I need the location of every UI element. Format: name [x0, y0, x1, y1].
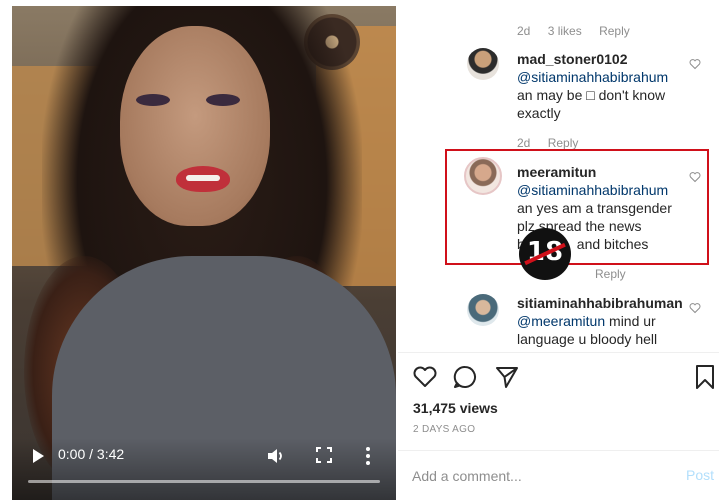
comment-icon[interactable] — [452, 364, 478, 390]
like-comment-icon[interactable] — [689, 302, 701, 314]
reply-button[interactable]: Reply — [595, 267, 626, 281]
share-icon[interactable] — [494, 364, 520, 390]
bookmark-icon[interactable] — [692, 364, 718, 390]
divider — [398, 352, 719, 353]
reply-button[interactable]: Reply — [548, 136, 579, 150]
age-restriction-badge: 18 — [519, 228, 571, 280]
comment-mention[interactable]: @sitiaminahhabibrahum — [517, 69, 668, 85]
view-count[interactable]: 31,475 views — [413, 400, 498, 416]
comment-mention[interactable]: @meeramitun — [517, 313, 605, 329]
comment-meta: 2d Reply — [517, 136, 592, 150]
comment-username[interactable]: mad_stoner0102 — [517, 51, 687, 67]
comment-meta: 2d 3 likes Reply — [517, 24, 644, 38]
comment-text: @meeramitun mind ur language u bloody he… — [517, 312, 687, 348]
heart-icon[interactable] — [412, 364, 438, 390]
video-frame-subject — [120, 26, 270, 226]
avatar[interactable] — [467, 294, 499, 326]
comment-meta: Reply — [595, 267, 640, 281]
comment-likes[interactable]: 3 likes — [548, 24, 582, 38]
reply-button[interactable]: Reply — [599, 24, 630, 38]
volume-icon[interactable] — [266, 446, 286, 466]
divider — [398, 450, 719, 451]
post-button[interactable]: Post — [686, 467, 714, 483]
post-timestamp: 2 DAYS AGO — [413, 424, 476, 435]
add-comment-input[interactable] — [412, 466, 662, 486]
video-controls: 0:00 / 3:42 — [12, 438, 396, 500]
play-icon[interactable] — [30, 448, 46, 464]
video-time: 0:00 / 3:42 — [58, 446, 125, 462]
video-player[interactable] — [12, 6, 396, 500]
comment-age: 2d — [517, 24, 531, 38]
comment: sitiaminahhabibrahuman @meeramitun mind … — [517, 295, 687, 348]
avatar[interactable] — [467, 48, 499, 80]
fullscreen-icon[interactable] — [316, 447, 332, 463]
like-comment-icon[interactable] — [689, 58, 701, 70]
comment-body: an may be □ don't know exactly — [517, 87, 666, 121]
comment: mad_stoner0102 @sitiaminahhabibrahum an … — [517, 51, 687, 122]
comment-age: 2d — [517, 136, 531, 150]
video-frame-subject — [176, 166, 230, 192]
more-icon[interactable] — [364, 446, 372, 466]
comment-text: @sitiaminahhabibrahum an may be □ don't … — [517, 68, 687, 122]
video-frame-subject — [136, 94, 170, 106]
comment-username[interactable]: sitiaminahhabibrahuman — [517, 295, 687, 311]
video-progress-bar[interactable] — [28, 480, 380, 483]
video-frame-subject — [206, 94, 240, 106]
highlight-box — [445, 149, 709, 265]
post-actions — [412, 364, 718, 392]
